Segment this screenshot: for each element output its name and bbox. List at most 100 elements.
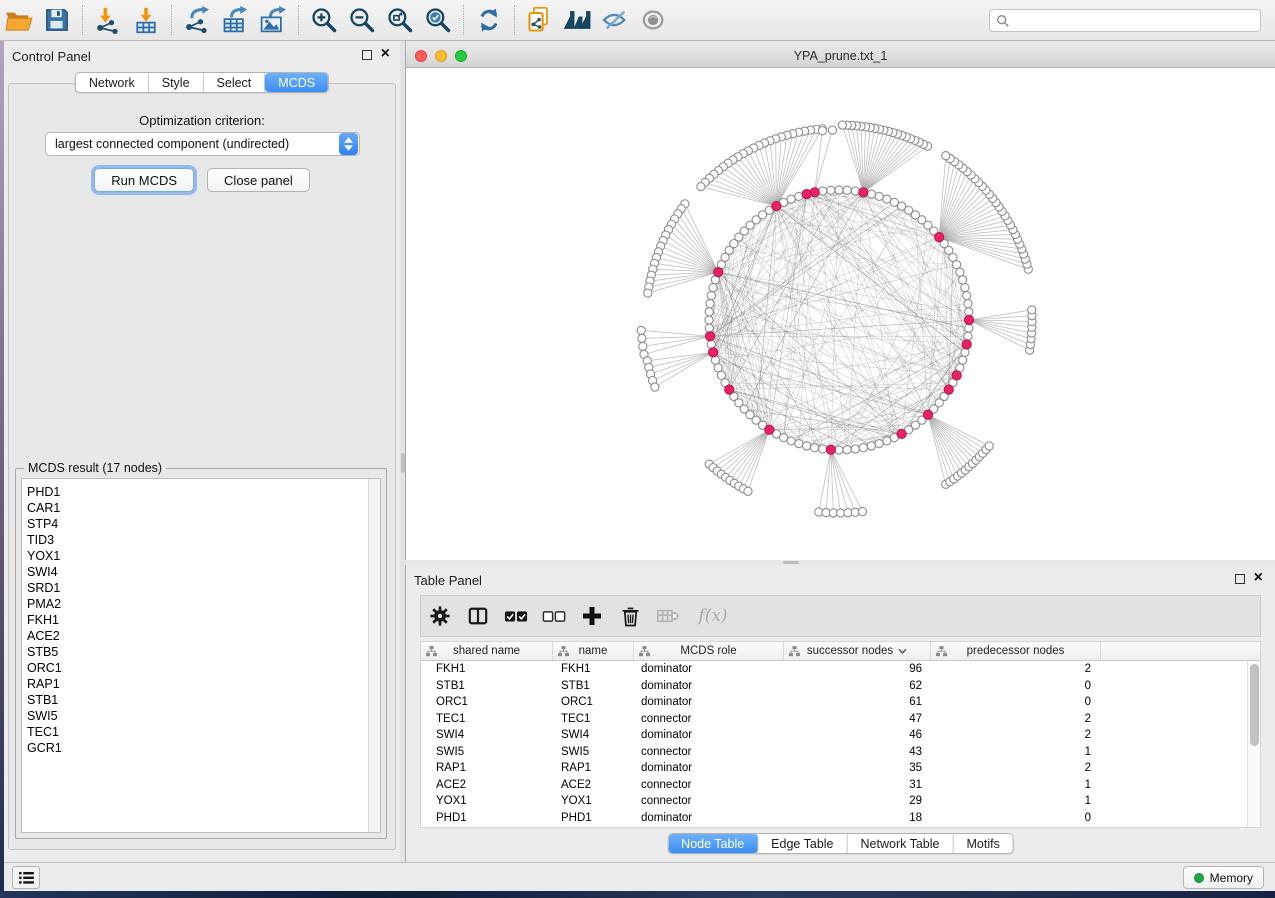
tab-select[interactable]: Select — [204, 73, 266, 92]
show-all-icon[interactable] — [635, 3, 673, 37]
task-history-button[interactable] — [12, 866, 40, 889]
columns-icon[interactable] — [459, 598, 497, 634]
clone-network-icon[interactable] — [521, 3, 559, 37]
table-cell: TEC1 — [421, 713, 553, 725]
close-panel-button[interactable]: Close panel — [207, 168, 310, 192]
deselect-all-checkbox-icon[interactable] — [535, 598, 573, 634]
tab-mcds[interactable]: MCDS — [265, 73, 328, 92]
float-panel-icon[interactable] — [362, 50, 372, 60]
run-mcds-button[interactable]: Run MCDS — [94, 168, 194, 192]
binoculars-icon[interactable] — [559, 3, 597, 37]
close-panel-icon[interactable]: × — [381, 44, 390, 64]
mcds-result-item[interactable]: PHD1 — [22, 479, 380, 500]
mcds-result-item[interactable]: SWI5 — [22, 708, 380, 724]
table-row[interactable]: RAP1RAP1dominator352 — [421, 760, 1260, 777]
mcds-result-item[interactable]: FKH1 — [22, 612, 380, 628]
zoom-selected-icon[interactable] — [419, 3, 457, 37]
table-row[interactable]: FKH1FKH1dominator962 — [421, 661, 1260, 678]
table-cell: 29 — [784, 795, 931, 807]
export-table-icon[interactable] — [216, 3, 254, 37]
network-canvas[interactable] — [406, 68, 1275, 560]
add-icon[interactable] — [573, 598, 611, 634]
save-session-icon[interactable] — [38, 3, 76, 37]
export-image-icon[interactable] — [254, 3, 292, 37]
table-cell: ACE2 — [421, 779, 553, 791]
table-cell: dominator — [634, 729, 784, 741]
float-panel-icon[interactable] — [1235, 574, 1245, 584]
mcds-result-item[interactable]: STB5 — [22, 644, 380, 660]
column-header-name[interactable]: name — [553, 642, 634, 660]
criterion-select[interactable]: largest connected component (undirected) — [45, 132, 360, 156]
table-cell: YOX1 — [553, 795, 634, 807]
control-panel-header: Control Panel × — [4, 41, 400, 67]
export-network-icon[interactable] — [178, 3, 216, 37]
search-input[interactable] — [1015, 14, 1254, 28]
table-cell: 0 — [931, 696, 1101, 708]
mcds-result-item[interactable]: ACE2 — [22, 628, 380, 644]
close-panel-icon[interactable]: × — [1254, 568, 1263, 588]
wallpaper-bottom-strip — [0, 891, 1275, 898]
table-row[interactable]: YOX1YOX1connector291 — [421, 793, 1260, 810]
mcds-result-item[interactable]: PMA2 — [22, 596, 380, 612]
mcds-result-item[interactable]: YOX1 — [22, 548, 380, 564]
network-window-titlebar[interactable]: YPA_prune.txt_1 — [406, 45, 1275, 68]
table-cell: 61 — [784, 696, 931, 708]
table-cell: ORC1 — [421, 696, 553, 708]
table-row[interactable]: ORC1ORC1dominator610 — [421, 694, 1260, 711]
table-cell: FKH1 — [421, 663, 553, 675]
trash-icon[interactable] — [611, 598, 649, 634]
table-cell: connector — [634, 779, 784, 791]
mcds-result-item[interactable]: ORC1 — [22, 660, 380, 676]
control-panel: Control Panel × NetworkStyleSelectMCDS O… — [4, 41, 400, 862]
table-cell: 62 — [784, 680, 931, 692]
splitter-grip[interactable] — [401, 453, 405, 473]
mcds-result-item[interactable]: SWI4 — [22, 564, 380, 580]
table-row[interactable]: ACE2ACE2connector311 — [421, 777, 1260, 794]
criterion-select-value: largest connected component (undirected) — [46, 137, 339, 151]
mcds-result-item[interactable]: RAP1 — [22, 676, 380, 692]
table-row[interactable]: TEC1TEC1connector472 — [421, 711, 1260, 728]
import-table-icon[interactable] — [127, 3, 165, 37]
mcds-result-item[interactable]: SRD1 — [22, 580, 380, 596]
tab-network-table[interactable]: Network Table — [848, 834, 954, 853]
splitter-grip[interactable] — [783, 561, 799, 564]
mcds-result-item[interactable]: GCR1 — [22, 740, 380, 756]
table-row[interactable]: SWI4SWI4dominator462 — [421, 727, 1260, 744]
node-table: shared namenameMCDS rolesuccessor nodesp… — [420, 641, 1261, 828]
column-header-predecessor-nodes[interactable]: predecessor nodes — [931, 642, 1101, 660]
mcds-list-scrollbar[interactable] — [368, 479, 380, 832]
tab-edge-table[interactable]: Edge Table — [758, 834, 847, 853]
table-scrollbar-thumb[interactable] — [1250, 664, 1259, 746]
mcds-result-item[interactable]: TID3 — [22, 532, 380, 548]
select-all-checkbox-icon[interactable] — [497, 598, 535, 634]
table-row[interactable]: PHD1PHD1dominator180 — [421, 810, 1260, 827]
mcds-result-item[interactable]: CAR1 — [22, 500, 380, 516]
column-header-MCDS-role[interactable]: MCDS role — [634, 642, 784, 660]
table-row[interactable]: STB1STB1dominator620 — [421, 678, 1260, 695]
memory-button[interactable]: Memory — [1183, 866, 1264, 889]
mcds-result-item[interactable]: TEC1 — [22, 724, 380, 740]
column-header-successor-nodes[interactable]: successor nodes — [784, 642, 931, 660]
mcds-result-item[interactable]: STP4 — [22, 516, 380, 532]
tab-network[interactable]: Network — [76, 73, 149, 92]
zoom-out-icon[interactable] — [343, 3, 381, 37]
table-cell: 1 — [931, 779, 1101, 791]
apply-layout-icon[interactable] — [470, 3, 508, 37]
tab-motifs[interactable]: Motifs — [953, 834, 1012, 853]
table-cell: 0 — [931, 680, 1101, 692]
import-network-icon[interactable] — [89, 3, 127, 37]
tab-style[interactable]: Style — [149, 73, 204, 92]
hide-selected-icon[interactable] — [597, 3, 635, 37]
table-cell: connector — [634, 795, 784, 807]
column-header-shared-name[interactable]: shared name — [421, 642, 553, 660]
zoom-in-icon[interactable] — [305, 3, 343, 37]
table-row[interactable]: SWI5SWI5connector431 — [421, 744, 1260, 761]
memory-status-icon — [1194, 873, 1204, 883]
open-session-icon[interactable] — [0, 3, 38, 37]
zoom-fit-icon[interactable] — [381, 3, 419, 37]
table-scrollbar[interactable] — [1247, 661, 1260, 827]
mcds-result-item[interactable]: STB1 — [22, 692, 380, 708]
gear-icon[interactable] — [421, 598, 459, 634]
tab-node-table[interactable]: Node Table — [668, 834, 758, 853]
table-cell: 1 — [931, 795, 1101, 807]
